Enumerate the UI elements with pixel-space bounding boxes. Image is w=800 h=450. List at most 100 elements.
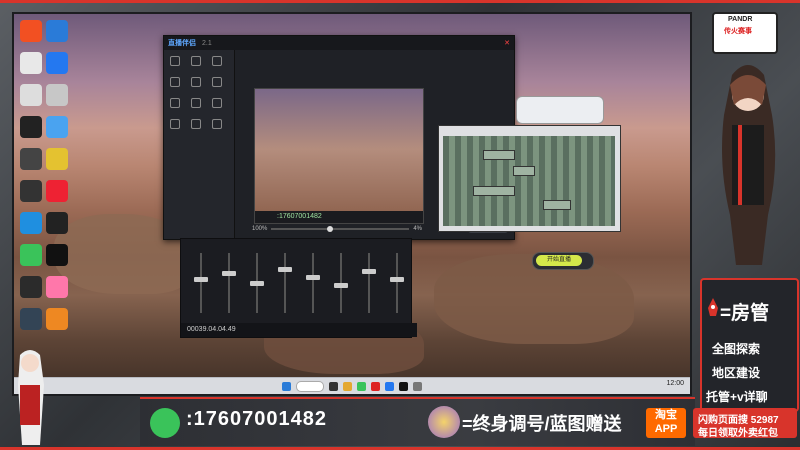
fader-knob[interactable]	[250, 281, 264, 286]
tool-icon[interactable]	[170, 119, 180, 129]
daw-clip[interactable]	[473, 186, 515, 196]
fader-knob[interactable]	[194, 277, 208, 282]
desktop-icon[interactable]	[20, 276, 42, 298]
mixer-channel	[219, 247, 239, 317]
daw-clip[interactable]	[483, 150, 515, 160]
desktop-icon[interactable]	[46, 84, 68, 106]
mixer-channel	[387, 247, 407, 317]
app-version: 2.1	[202, 39, 212, 47]
mixer-timecode: 00039.04.04.49	[181, 323, 417, 337]
scene-icon[interactable]	[170, 56, 180, 66]
taskbar-app-icon[interactable]	[385, 381, 394, 391]
volume-slider-row[interactable]: 100% 4%	[252, 225, 422, 233]
desktop-icon[interactable]	[20, 116, 42, 138]
app-title: 直播伴侣	[168, 40, 196, 47]
close-icon[interactable]: ✕	[504, 39, 510, 47]
desktop-icon[interactable]	[20, 148, 42, 170]
tool-icon[interactable]	[191, 119, 201, 129]
mixer-channel	[191, 247, 211, 317]
taskbar-app-icon[interactable]	[371, 381, 380, 391]
daw-editor-window	[438, 125, 621, 232]
mixer-channel	[359, 247, 379, 317]
fader-track	[396, 253, 398, 313]
desktop-icon[interactable]	[46, 276, 68, 298]
fader-track	[312, 253, 314, 313]
service-item: 地区建设	[712, 366, 761, 380]
mixer-channel	[275, 247, 295, 317]
start-live-button[interactable]: 开始直播	[536, 255, 582, 266]
taskbar-search[interactable]	[296, 380, 324, 392]
desktop-icon[interactable]	[46, 116, 68, 138]
volume-slider[interactable]	[271, 226, 410, 232]
floating-popup[interactable]	[516, 96, 604, 124]
tool-icon[interactable]	[191, 98, 201, 108]
frame-top-accent	[0, 0, 800, 3]
service-item: 全图探索	[712, 342, 761, 356]
desktop-icon[interactable]	[20, 308, 42, 330]
tool-icon[interactable]	[212, 98, 222, 108]
taskbar-app-icon[interactable]	[413, 381, 422, 391]
service-banner: =终身调号/蓝图赠送	[462, 414, 622, 434]
tool-icon[interactable]	[170, 77, 180, 87]
desktop-icon[interactable]	[46, 148, 68, 170]
desktop-icon[interactable]	[20, 244, 42, 266]
desktop-icon[interactable]	[46, 308, 68, 330]
fader-knob[interactable]	[390, 277, 404, 282]
fader-knob[interactable]	[278, 267, 292, 272]
tool-icon[interactable]	[212, 119, 222, 129]
taskbar-app-icon[interactable]	[357, 381, 366, 391]
fader-knob[interactable]	[222, 271, 236, 276]
fader-knob[interactable]	[306, 275, 320, 280]
fader-track	[200, 253, 202, 313]
rank-badge-icon	[428, 406, 460, 438]
mixer-channel	[303, 247, 323, 317]
desktop-icon[interactable]	[20, 84, 42, 106]
desktop-icon[interactable]	[20, 180, 42, 202]
desktop-icon[interactable]	[46, 52, 68, 74]
fader-knob[interactable]	[362, 269, 376, 274]
desktop-icon-grid	[20, 20, 80, 340]
desktop-icon[interactable]	[46, 244, 68, 266]
slider-knob[interactable]	[326, 226, 333, 232]
desktop-icon[interactable]	[20, 20, 42, 42]
start-icon[interactable]	[282, 381, 291, 391]
fader-track	[228, 253, 230, 313]
fader-track	[284, 253, 286, 313]
anime-character-illustration	[18, 350, 44, 445]
fader-knob[interactable]	[334, 283, 348, 288]
ad-line-2: 每日领取外卖红包	[698, 428, 778, 439]
desktop-icon[interactable]	[46, 20, 68, 42]
mixer-channel	[331, 247, 351, 317]
scene-icon[interactable]	[191, 56, 201, 66]
volume-percent-1: 100%	[252, 226, 268, 232]
volume-percent-2: 4%	[413, 226, 422, 232]
tool-icon[interactable]	[212, 77, 222, 87]
desktop-icon[interactable]	[46, 212, 68, 234]
scene-icon[interactable]	[212, 56, 222, 66]
taskbar-clock: 12:00	[666, 380, 684, 387]
desktop-icon[interactable]	[46, 180, 68, 202]
tool-icon[interactable]	[191, 77, 201, 87]
badge-subtitle: 传火赛事	[724, 28, 752, 35]
wechat-icon	[150, 408, 180, 438]
audio-mixer-window: 00039.04.04.49	[180, 238, 417, 338]
anime-character-illustration	[722, 65, 776, 265]
service-item: 托管+v详聊	[706, 390, 768, 404]
room-admin-title: =房管	[720, 303, 770, 324]
taobao-icon: 淘宝 APP	[646, 408, 686, 438]
daw-clip[interactable]	[543, 200, 571, 210]
stream-overlay-frame: 12:00 直播伴侣 2.1 ✕ :17607001482 100% 4% 00…	[0, 0, 800, 450]
preview-caption: :17607001482	[255, 211, 423, 223]
windows-taskbar: 12:00	[14, 377, 690, 394]
desktop-icon[interactable]	[20, 212, 42, 234]
mixer-channel	[247, 247, 267, 317]
tool-icon[interactable]	[170, 98, 180, 108]
desktop-icon[interactable]	[20, 52, 42, 74]
taskbar-app-icon[interactable]	[399, 381, 408, 391]
app-titlebar: 直播伴侣 2.1 ✕	[164, 36, 514, 50]
daw-grid	[443, 136, 615, 226]
folder-icon[interactable]	[343, 381, 352, 391]
taskbar-app-icon[interactable]	[329, 381, 338, 391]
live-preview: :17607001482	[254, 88, 424, 224]
daw-clip[interactable]	[513, 166, 535, 176]
